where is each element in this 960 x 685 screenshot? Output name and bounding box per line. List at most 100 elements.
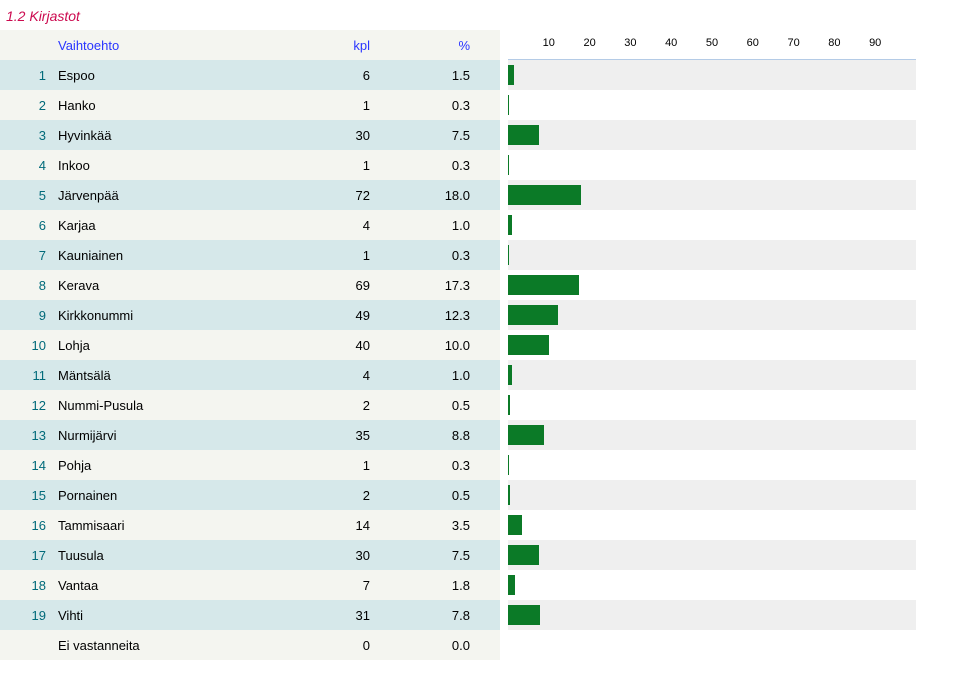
- row-pct: 8.8: [390, 428, 500, 443]
- chart-bar: [508, 125, 539, 145]
- section-title: 1.2 Kirjastot: [0, 0, 960, 30]
- chart-bar: [508, 305, 558, 325]
- chart-bar: [508, 575, 515, 595]
- chart-bar-row: [508, 210, 916, 240]
- row-pct: 7.5: [390, 548, 500, 563]
- header-kpl: kpl: [270, 38, 390, 53]
- row-name: Vantaa: [56, 578, 270, 593]
- row-pct: 0.3: [390, 98, 500, 113]
- table-row: 10Lohja4010.0: [0, 330, 500, 360]
- row-pct: 0.3: [390, 158, 500, 173]
- table-row: 14Pohja10.3: [0, 450, 500, 480]
- axis-tick: 20: [583, 37, 595, 49]
- chart-bar: [508, 155, 509, 175]
- chart-bar: [508, 95, 509, 115]
- row-pct: 12.3: [390, 308, 500, 323]
- row-pct: 10.0: [390, 338, 500, 353]
- row-pct: 17.3: [390, 278, 500, 293]
- chart-bar-row: [508, 420, 916, 450]
- row-kpl: 0: [270, 638, 390, 653]
- table-row: 2Hanko10.3: [0, 90, 500, 120]
- row-pct: 3.5: [390, 518, 500, 533]
- chart-bar-row: [508, 150, 916, 180]
- row-name: Inkoo: [56, 158, 270, 173]
- row-kpl: 4: [270, 218, 390, 233]
- table-row: 7Kauniainen10.3: [0, 240, 500, 270]
- chart-bar-row: [508, 390, 916, 420]
- chart-bar: [508, 545, 539, 565]
- row-num: 11: [0, 368, 56, 383]
- row-name: Nummi-Pusula: [56, 398, 270, 413]
- row-num: 8: [0, 278, 56, 293]
- row-num: 5: [0, 188, 56, 203]
- row-name: Pornainen: [56, 488, 270, 503]
- table-row: 6Karjaa41.0: [0, 210, 500, 240]
- chart-bar: [508, 275, 579, 295]
- axis-tick: 70: [787, 37, 799, 49]
- row-name: Hanko: [56, 98, 270, 113]
- chart-bar-row: [508, 180, 916, 210]
- row-kpl: 31: [270, 608, 390, 623]
- bar-chart: 102030405060708090: [500, 30, 934, 660]
- axis-tick: 80: [828, 37, 840, 49]
- row-kpl: 2: [270, 398, 390, 413]
- chart-bar-row: [508, 300, 916, 330]
- table-row: 1Espoo61.5: [0, 60, 500, 90]
- row-num: 19: [0, 608, 56, 623]
- row-pct: 0.5: [390, 398, 500, 413]
- chart-bar: [508, 425, 544, 445]
- row-name: Nurmijärvi: [56, 428, 270, 443]
- row-num: 18: [0, 578, 56, 593]
- row-name: Pohja: [56, 458, 270, 473]
- chart-bar-row: [508, 330, 916, 360]
- chart-bar: [508, 185, 581, 205]
- row-pct: 7.5: [390, 128, 500, 143]
- chart-bar: [508, 215, 512, 235]
- row-name: Hyvinkää: [56, 128, 270, 143]
- chart-bar: [508, 485, 510, 505]
- row-name: Mäntsälä: [56, 368, 270, 383]
- chart-bar-row: [508, 600, 916, 630]
- row-name: Järvenpää: [56, 188, 270, 203]
- chart-bar-row: [508, 480, 916, 510]
- chart-bar-row: [508, 570, 916, 600]
- chart-bar-row: [508, 510, 916, 540]
- table-row: 18Vantaa71.8: [0, 570, 500, 600]
- chart-axis: 102030405060708090: [508, 30, 916, 60]
- row-pct: 18.0: [390, 188, 500, 203]
- table-row: Ei vastanneita00.0: [0, 630, 500, 660]
- table-row: 9Kirkkonummi4912.3: [0, 300, 500, 330]
- chart-bar: [508, 605, 540, 625]
- row-name: Karjaa: [56, 218, 270, 233]
- row-pct: 0.3: [390, 458, 500, 473]
- row-num: 10: [0, 338, 56, 353]
- row-pct: 1.0: [390, 368, 500, 383]
- row-name: Kerava: [56, 278, 270, 293]
- row-name: Ei vastanneita: [56, 638, 270, 653]
- row-num: 14: [0, 458, 56, 473]
- table-row: 11Mäntsälä41.0: [0, 360, 500, 390]
- table-header-row: Vaihtoehto kpl %: [0, 30, 500, 60]
- chart-bar: [508, 455, 509, 475]
- row-pct: 1.0: [390, 218, 500, 233]
- table-row: 8Kerava6917.3: [0, 270, 500, 300]
- axis-tick: 90: [869, 37, 881, 49]
- row-num: 13: [0, 428, 56, 443]
- row-name: Kauniainen: [56, 248, 270, 263]
- row-kpl: 40: [270, 338, 390, 353]
- axis-tick: 40: [665, 37, 677, 49]
- axis-tick: 10: [543, 37, 555, 49]
- chart-bar-row: [508, 630, 916, 660]
- row-pct: 0.5: [390, 488, 500, 503]
- table-row: 5Järvenpää7218.0: [0, 180, 500, 210]
- table-row: 17Tuusula307.5: [0, 540, 500, 570]
- row-num: 3: [0, 128, 56, 143]
- row-name: Vihti: [56, 608, 270, 623]
- content-wrap: Vaihtoehto kpl % 1Espoo61.52Hanko10.33Hy…: [0, 30, 960, 660]
- table-row: 4Inkoo10.3: [0, 150, 500, 180]
- row-kpl: 1: [270, 248, 390, 263]
- table-row: 3Hyvinkää307.5: [0, 120, 500, 150]
- row-kpl: 1: [270, 458, 390, 473]
- chart-bar: [508, 65, 514, 85]
- chart-bar-row: [508, 120, 916, 150]
